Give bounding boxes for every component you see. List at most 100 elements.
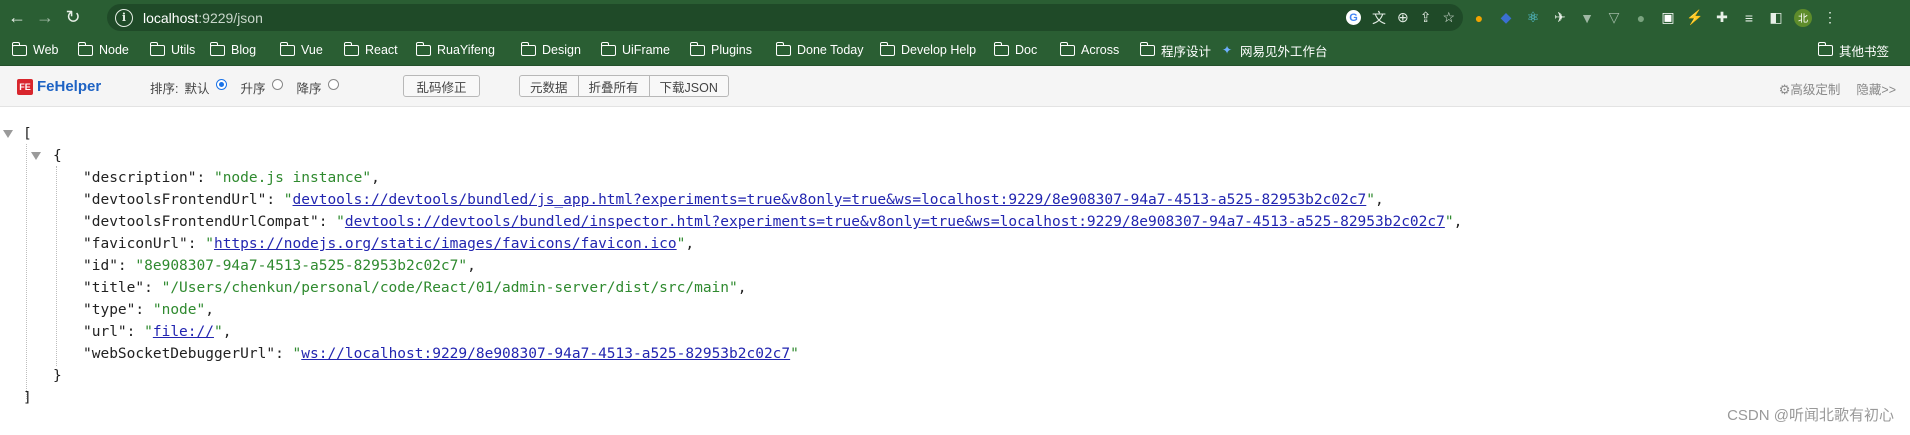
vue-devtools-2-icon[interactable]: ▽: [1605, 9, 1623, 27]
bookmark-folder-uiframe[interactable]: UiFrame: [600, 41, 670, 59]
json-entry-id: "id": "8e908307-94a7-4513-a525-82953b2c0…: [83, 258, 476, 274]
json-key: "webSocketDebuggerUrl": [83, 346, 276, 362]
json-value-link[interactable]: devtools://devtools/bundled/inspector.ht…: [345, 214, 1445, 230]
raw-data-button[interactable]: 元数据: [519, 75, 579, 97]
json-actions-group: 元数据 折叠所有 下载JSON: [519, 75, 729, 97]
fehelper-badge-icon: FE: [17, 78, 33, 95]
json-entry-devtoolsFrontendUrlCompat: "devtoolsFrontendUrlCompat": "devtools:/…: [83, 214, 1463, 230]
json-value-link[interactable]: https://nodejs.org/static/images/favicon…: [214, 236, 677, 252]
folder-icon: [1059, 41, 1075, 56]
sort-asc-radio[interactable]: [271, 79, 283, 90]
hide-link[interactable]: 隐藏>>: [1856, 79, 1896, 98]
side-panel-icon[interactable]: ◧: [1767, 9, 1785, 27]
reading-list-icon[interactable]: ≡: [1740, 9, 1758, 27]
bookmark-folder-node[interactable]: Node: [77, 41, 129, 59]
json-key: "id": [83, 258, 118, 274]
profile-avatar[interactable]: 北: [1794, 8, 1812, 27]
back-arrow-icon[interactable]: ←: [6, 7, 28, 29]
fehelper-toolbar: FE FeHelper 排序: 默认 升序 降序 乱码修正 元数据 折叠所有 下…: [0, 66, 1910, 107]
bookmark-label: Node: [99, 43, 129, 57]
object-open-brace: {: [53, 148, 62, 164]
json-value-string: 8e908307-94a7-4513-a525-82953b2c02c7: [144, 258, 459, 274]
json-key: "type": [83, 302, 136, 318]
share-icon[interactable]: ⇪: [1420, 9, 1432, 26]
vue-devtools-icon[interactable]: ▼: [1578, 9, 1596, 27]
bookmark-folder-blog[interactable]: Blog: [209, 41, 256, 59]
json-value-link[interactable]: ws://localhost:9229/8e908307-94a7-4513-a…: [301, 346, 790, 362]
folder-icon: [879, 41, 895, 56]
translate-icon[interactable]: 文: [1372, 8, 1386, 28]
bookmark-label: Doc: [1015, 43, 1038, 57]
react-devtools-icon[interactable]: ⚛: [1524, 9, 1542, 27]
bookmark-folder-design[interactable]: Design: [520, 41, 581, 59]
csdn-watermark: CSDN @听闻北歌有初心: [1727, 407, 1894, 424]
site-info-icon[interactable]: i: [115, 8, 133, 27]
collapse-all-button[interactable]: 折叠所有: [577, 75, 650, 97]
bookmark-folder-程序设计[interactable]: 程序设计: [1139, 41, 1212, 59]
bookmark-label: Web: [33, 43, 59, 57]
bookmark-folder-web[interactable]: Web: [11, 41, 59, 59]
bookmark-label: Vue: [301, 43, 323, 57]
json-value-string: /Users/chenkun/personal/code/React/01/ad…: [170, 280, 730, 296]
advanced-settings-label: 高级定制: [1790, 83, 1841, 97]
folder-icon: [1817, 41, 1833, 56]
bookmark-folder-develop-help[interactable]: Develop Help: [879, 41, 977, 59]
indent-guide: [26, 144, 27, 399]
json-entry-title: "title": "/Users/chenkun/personal/code/R…: [83, 280, 747, 296]
fehelper-logo[interactable]: FE FeHelper: [17, 78, 101, 95]
json-entry-webSocketDebuggerUrl: "webSocketDebuggerUrl": "ws://localhost:…: [83, 346, 799, 362]
json-value-link[interactable]: devtools://devtools/bundled/js_app.html?…: [293, 192, 1367, 208]
json-entry-devtoolsFrontendUrl: "devtoolsFrontendUrl": "devtools://devto…: [83, 192, 1384, 208]
bookmark-folder-done-today[interactable]: Done Today: [775, 41, 864, 59]
bookmark-label: Develop Help: [901, 43, 977, 57]
folder-icon: [775, 41, 791, 56]
sort-default-radio[interactable]: [215, 79, 227, 90]
forward-arrow-icon[interactable]: →: [34, 7, 56, 29]
omnibox-actions: G 文 ⊕ ⇪ ☆: [1345, 4, 1455, 31]
folder-icon: [77, 41, 93, 56]
zoom-icon[interactable]: ⊕: [1397, 9, 1409, 26]
fehelper-name: FeHelper: [37, 78, 102, 95]
address-bar[interactable]: i localhost:9229/json G 文 ⊕ ⇪ ☆: [107, 4, 1463, 31]
fix-encoding-button[interactable]: 乱码修正: [403, 75, 480, 97]
other-bookmarks[interactable]: 其他书签: [1817, 41, 1890, 59]
bookmarks-bar: ✦ 网易见外工作台 其他书签 Web Node Utils Blog Vue React Ru…: [0, 35, 1910, 66]
ext-7-icon[interactable]: ●: [1632, 9, 1650, 27]
bookmark-folder-utils[interactable]: Utils: [149, 41, 195, 59]
collapse-array-toggle-icon[interactable]: [3, 130, 13, 138]
ext-1-icon[interactable]: ●: [1470, 9, 1488, 27]
menu-kebab-icon[interactable]: ⋮: [1821, 9, 1839, 27]
google-icon[interactable]: G: [1345, 10, 1361, 25]
bookmark-folder-across[interactable]: Across: [1059, 41, 1119, 59]
advanced-settings-link[interactable]: ⚙高级定制: [1779, 79, 1841, 98]
extensions-puzzle-icon[interactable]: ✚: [1713, 9, 1731, 27]
bookmark-folder-ruayifeng[interactable]: RuaYifeng: [415, 41, 495, 59]
folder-icon: [993, 41, 1009, 56]
bookmark-folder-plugins[interactable]: Plugins: [689, 41, 752, 59]
bookmark-label: 程序设计: [1161, 44, 1212, 59]
url-text[interactable]: localhost:9229/json: [143, 10, 263, 26]
ext-9-icon[interactable]: ⚡: [1686, 9, 1704, 27]
ext-2-icon[interactable]: ◆: [1497, 9, 1515, 27]
folder-icon: [520, 41, 536, 56]
json-key: "title": [83, 280, 145, 296]
download-json-button[interactable]: 下载JSON: [648, 75, 729, 97]
folder-icon: [279, 41, 295, 56]
ext-8-icon[interactable]: ▣: [1659, 9, 1677, 27]
bookmark-label: Plugins: [711, 43, 752, 57]
object-close-brace: }: [53, 368, 62, 384]
json-value-link[interactable]: file://: [153, 324, 214, 340]
json-key: "url": [83, 324, 127, 340]
ext-4-icon[interactable]: ✈: [1551, 9, 1569, 27]
collapse-object-toggle-icon[interactable]: [31, 152, 41, 160]
reload-icon[interactable]: ↻: [62, 7, 84, 29]
other-bookmarks-label: 其他书签: [1839, 44, 1890, 59]
bookmark-star-icon[interactable]: ☆: [1442, 9, 1455, 26]
bookmark-folder-doc[interactable]: Doc: [993, 41, 1038, 59]
bookmark-label: React: [365, 43, 398, 57]
folder-icon: [689, 41, 705, 56]
bookmark-folder-react[interactable]: React: [343, 41, 398, 59]
sort-desc-radio[interactable]: [327, 79, 339, 90]
bookmark-folder-vue[interactable]: Vue: [279, 41, 323, 59]
bookmark-link-wangyi[interactable]: ✦ 网易见外工作台: [1222, 41, 1328, 59]
